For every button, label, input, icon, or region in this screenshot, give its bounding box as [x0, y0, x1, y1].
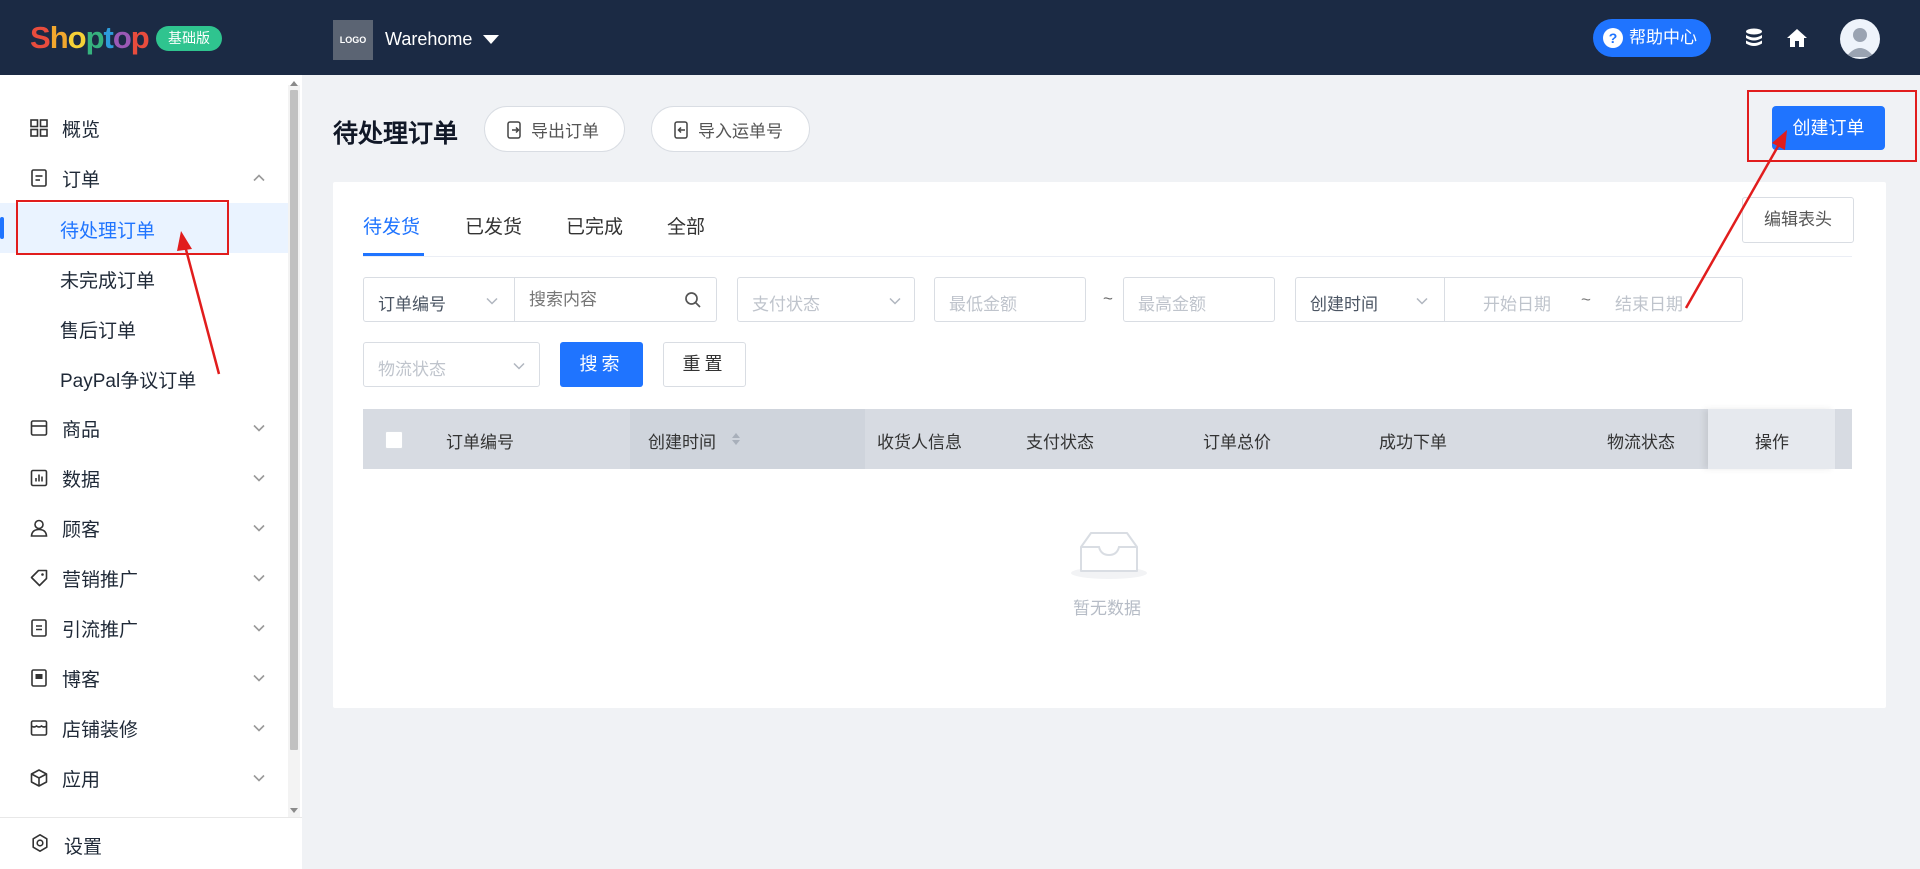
annotation-arrow-line	[1684, 140, 1783, 309]
annotation-arrow-line	[182, 241, 221, 375]
annotation-arrowhead	[177, 231, 192, 251]
annotation-arrows	[177, 130, 1787, 375]
annotation-arrowhead	[1772, 130, 1787, 150]
